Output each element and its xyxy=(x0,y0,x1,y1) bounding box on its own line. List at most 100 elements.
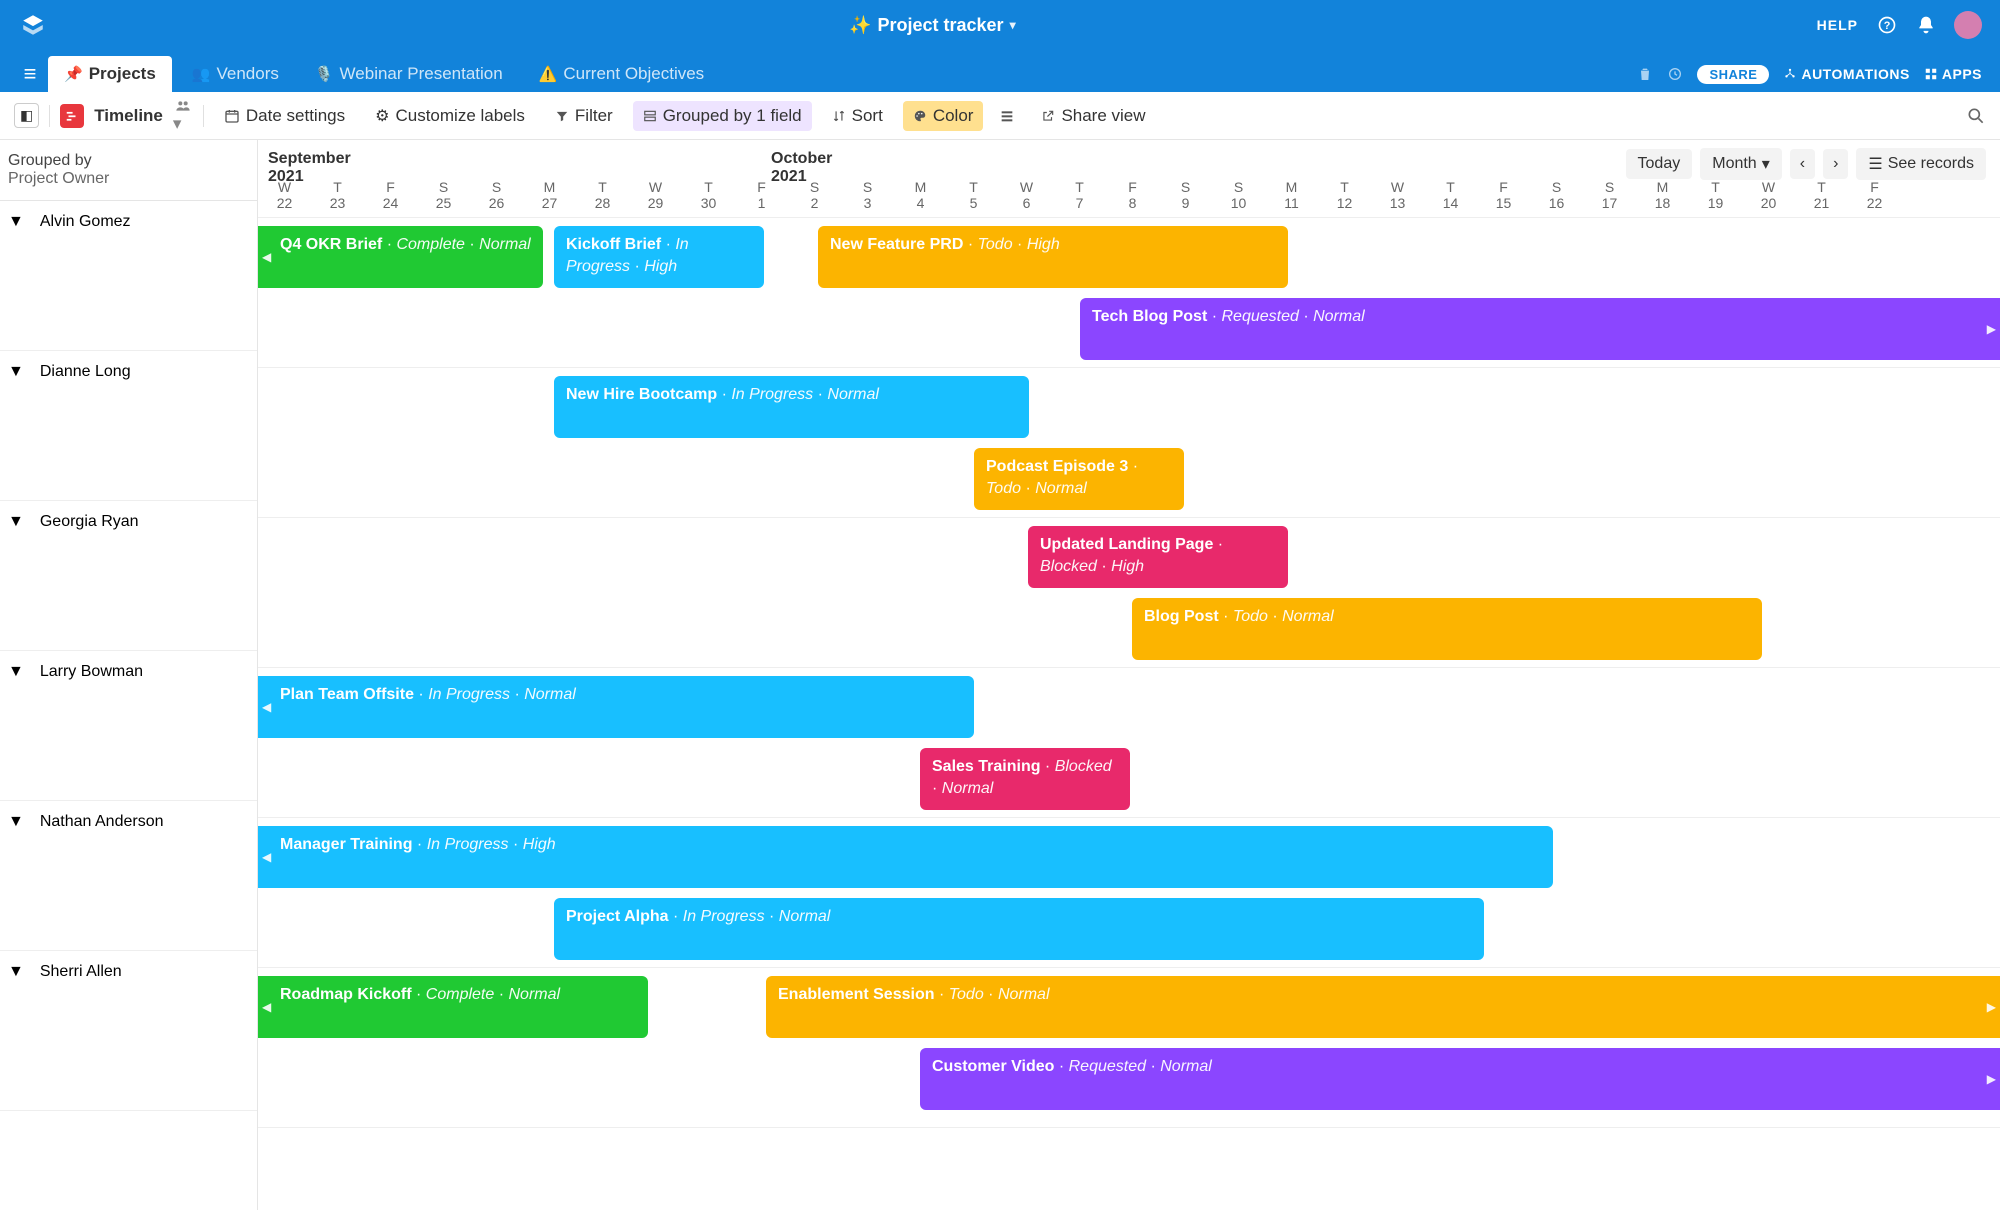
automations-button[interactable]: AUTOMATIONS xyxy=(1783,66,1909,82)
owner-name: Dianne Long xyxy=(40,363,131,381)
group-by-header: Grouped by Project Owner xyxy=(0,140,257,201)
apps-button[interactable]: APPS xyxy=(1924,66,1982,82)
help-icon[interactable]: ? xyxy=(1876,14,1898,36)
collapse-icon[interactable]: ▼ xyxy=(8,363,24,381)
day-column: M18 xyxy=(1636,179,1689,211)
collapse-icon[interactable]: ▼ xyxy=(8,663,24,681)
tab-label: Webinar Presentation xyxy=(340,64,503,84)
sparkle-icon: ✨ xyxy=(849,15,871,36)
tab-webinar-presentation[interactable]: 🎙️Webinar Presentation xyxy=(299,56,519,92)
timeline-bar[interactable]: Sales Training · Blocked · Normal xyxy=(920,748,1130,810)
bar-priority: Normal xyxy=(509,986,561,1003)
collapse-icon[interactable]: ▼ xyxy=(8,813,24,831)
timeline-bar[interactable]: ◀Q4 OKR Brief · Complete · Normal xyxy=(258,226,543,288)
group-by-field: Project Owner xyxy=(8,170,249,188)
sidebar-toggle-icon[interactable]: ◧ xyxy=(14,103,39,128)
timeline-lane: ◀Q4 OKR Brief · Complete · NormalKickoff… xyxy=(258,218,2000,368)
timeline-body[interactable]: ◀Q4 OKR Brief · Complete · NormalKickoff… xyxy=(258,218,2000,1210)
owner-row[interactable]: ▼Larry Bowman xyxy=(0,651,257,801)
timeline-header: September 2021October 2021 W22T23F24S25S… xyxy=(258,140,2000,218)
sort-button[interactable]: Sort xyxy=(822,101,893,131)
timeline-lane: New Hire Bootcamp · In Progress · Normal… xyxy=(258,368,2000,518)
timeline-bar[interactable]: Blog Post · Todo · Normal xyxy=(1132,598,1762,660)
timeline-bar[interactable]: ◀Plan Team Offsite · In Progress · Norma… xyxy=(258,676,974,738)
timeline-panel: September 2021October 2021 W22T23F24S25S… xyxy=(258,140,2000,1210)
search-icon[interactable] xyxy=(1966,106,1986,126)
group-by-label: Grouped by xyxy=(8,152,249,170)
filter-button[interactable]: Filter xyxy=(545,101,623,131)
history-icon[interactable] xyxy=(1667,66,1683,82)
bar-status: Todo xyxy=(949,986,984,1003)
view-toolbar: ◧ Timeline ▾ Date settings ⚙ Customize l… xyxy=(0,92,2000,140)
scale-select[interactable]: Month ▾ xyxy=(1700,148,1782,180)
bar-status: Complete xyxy=(396,236,464,253)
tab-label: Vendors xyxy=(216,64,278,84)
owner-name: Georgia Ryan xyxy=(40,513,139,531)
row-height-icon[interactable] xyxy=(993,108,1021,124)
see-records-button[interactable]: ☰ See records xyxy=(1856,148,1986,180)
collapse-icon[interactable]: ▼ xyxy=(8,963,24,981)
prev-button[interactable]: ‹ xyxy=(1790,149,1815,179)
share-view-button[interactable]: Share view xyxy=(1031,101,1155,131)
group-sidebar: Grouped by Project Owner ▼ Alvin Gomez ▼ Di… xyxy=(0,140,258,1210)
timeline-bar[interactable]: ◀Manager Training · In Progress · High xyxy=(258,826,1553,888)
bar-title: New Hire Bootcamp xyxy=(566,386,717,403)
day-column: T19 xyxy=(1689,179,1742,211)
timeline-bar[interactable]: Project Alpha · In Progress · Normal xyxy=(554,898,1484,960)
timeline-bar[interactable]: Updated Landing Page · Blocked · High xyxy=(1028,526,1288,588)
view-name[interactable]: Timeline xyxy=(94,106,163,126)
overflow-left-icon: ◀ xyxy=(262,1000,271,1014)
next-button[interactable]: › xyxy=(1823,149,1848,179)
top-bar: ✨ Project tracker ▾ HELP ? xyxy=(0,0,2000,50)
bar-status: Todo xyxy=(978,236,1013,253)
bar-priority: Normal xyxy=(479,236,531,253)
group-button[interactable]: Grouped by 1 field xyxy=(633,101,812,131)
date-settings-button[interactable]: Date settings xyxy=(214,101,355,131)
color-button[interactable]: Color xyxy=(903,101,984,131)
tab-projects[interactable]: 📌Projects xyxy=(48,56,172,92)
owner-row[interactable]: ▼Nathan Anderson xyxy=(0,801,257,951)
timeline-bar[interactable]: Tech Blog Post · Requested · Normal▶ xyxy=(1080,298,2000,360)
customize-labels-button[interactable]: ⚙ Customize labels xyxy=(365,101,535,131)
overflow-left-icon: ◀ xyxy=(262,850,271,864)
owner-row[interactable]: ▼ Dianne Long xyxy=(0,351,257,501)
bar-priority: Normal xyxy=(779,908,831,925)
owner-name: Alvin Gomez xyxy=(40,213,131,231)
bar-status: In Progress xyxy=(427,836,509,853)
tab-vendors[interactable]: 👥Vendors xyxy=(176,56,295,92)
bell-icon[interactable] xyxy=(1916,15,1936,35)
share-button[interactable]: SHARE xyxy=(1697,65,1769,84)
hamburger-menu-icon[interactable]: ≡ xyxy=(12,56,48,92)
owner-row[interactable]: ▼ Georgia Ryan xyxy=(0,501,257,651)
owner-row[interactable]: ▼Sherri Allen xyxy=(0,951,257,1111)
day-column: T14 xyxy=(1424,179,1477,211)
bar-status: Blocked xyxy=(1055,758,1112,775)
app-logo-icon[interactable] xyxy=(18,10,48,40)
bar-priority: High xyxy=(1111,558,1144,575)
collapse-icon[interactable]: ▼ xyxy=(8,513,24,531)
timeline-bar[interactable]: ◀Roadmap Kickoff · Complete · Normal xyxy=(258,976,648,1038)
timeline-bar[interactable]: Kickoff Brief · In Progress · High xyxy=(554,226,764,288)
timeline-lane: Updated Landing Page · Blocked · High Blo… xyxy=(258,518,2000,668)
day-column: F24 xyxy=(364,179,417,211)
timeline-bar[interactable]: Customer Video · Requested · Normal▶ xyxy=(920,1048,2000,1110)
overflow-right-icon: ▶ xyxy=(1987,322,1996,336)
tab-current-objectives[interactable]: ⚠️Current Objectives xyxy=(523,56,720,92)
collapse-icon[interactable]: ▼ xyxy=(8,213,24,231)
day-column: F8 xyxy=(1106,179,1159,211)
workspace-title[interactable]: ✨ Project tracker ▾ xyxy=(48,15,1817,36)
day-column: W29 xyxy=(629,179,682,211)
user-avatar[interactable] xyxy=(1954,11,1982,39)
today-button[interactable]: Today xyxy=(1626,149,1693,179)
owner-row[interactable]: ▼ Alvin Gomez xyxy=(0,201,257,351)
bar-priority: Normal xyxy=(942,780,994,797)
timeline-bar[interactable]: Enablement Session · Todo · Normal▶ xyxy=(766,976,2000,1038)
collaborators-icon[interactable]: ▾ xyxy=(173,98,193,134)
help-link[interactable]: HELP xyxy=(1817,17,1858,33)
timeline-bar[interactable]: New Hire Bootcamp · In Progress · Normal xyxy=(554,376,1029,438)
trash-icon[interactable] xyxy=(1637,66,1653,82)
timeline-bar[interactable]: Podcast Episode 3 · Todo · Normal xyxy=(974,448,1184,510)
timeline-bar[interactable]: New Feature PRD · Todo · High xyxy=(818,226,1288,288)
day-column: W6 xyxy=(1000,179,1053,211)
bar-priority: Normal xyxy=(1313,308,1365,325)
